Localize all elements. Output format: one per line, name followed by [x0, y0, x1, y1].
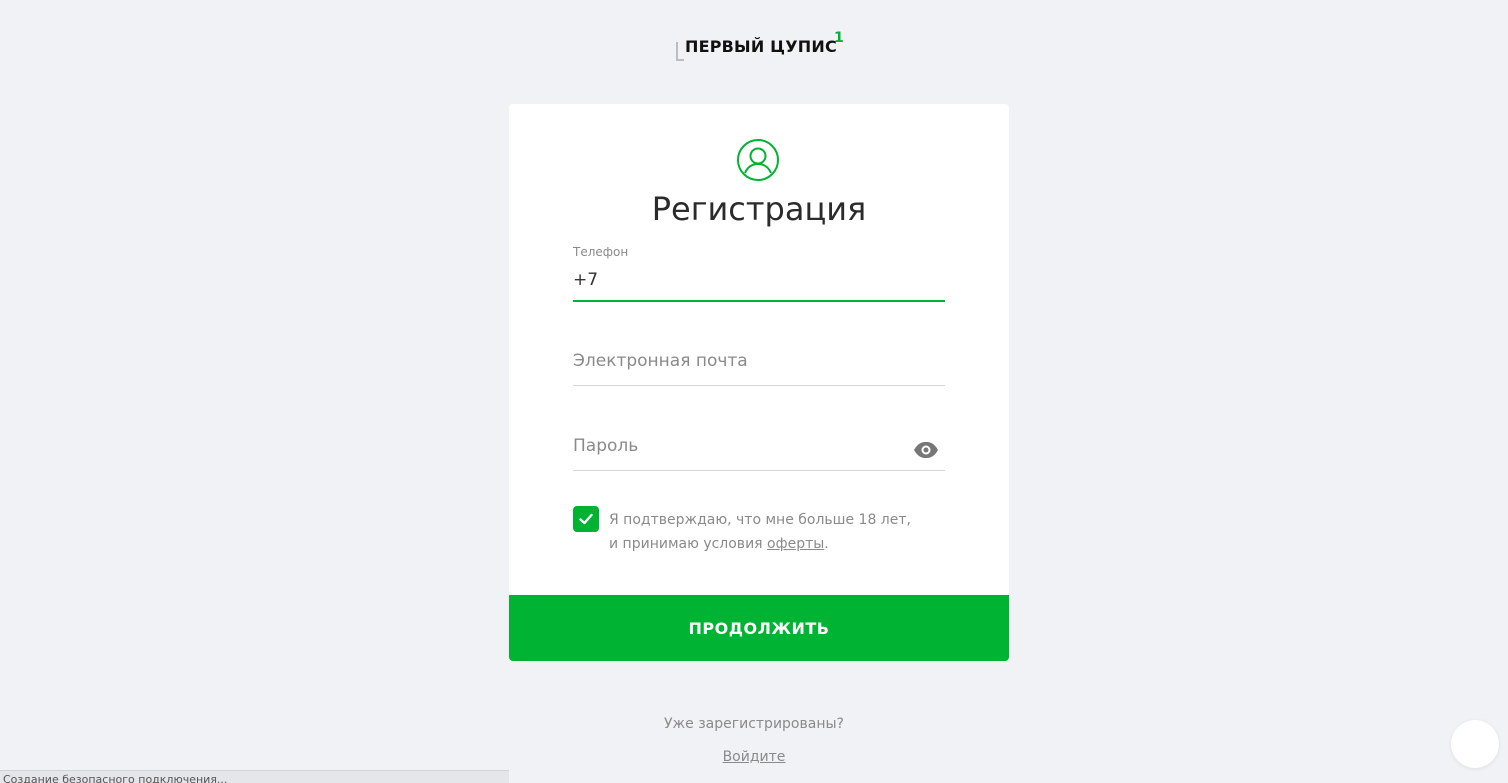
password-input[interactable]: Пароль — [573, 436, 638, 456]
password-field[interactable]: Пароль — [573, 429, 945, 471]
email-input[interactable]: Электронная почта — [573, 351, 748, 371]
user-circle-icon — [737, 139, 779, 181]
status-bar: Создание безопасного подключения... — [0, 770, 509, 783]
logo-bracket — [676, 42, 684, 61]
login-link-wrap: Войдите — [0, 749, 1508, 765]
offer-link[interactable]: оферты — [767, 536, 824, 552]
age-consent-checkbox[interactable] — [573, 506, 599, 532]
consent-line-2-suffix: . — [824, 536, 829, 552]
consent-line-2-prefix: и принимаю условия — [609, 536, 763, 552]
login-link[interactable]: Войдите — [723, 749, 786, 765]
phone-label: Телефон — [573, 245, 629, 259]
already-registered-text: Уже зарегистрированы? — [664, 716, 844, 732]
page-title: Регистрация — [651, 190, 867, 228]
phone-input[interactable]: +7 — [573, 270, 598, 290]
checkmark-icon — [579, 513, 593, 525]
email-field[interactable]: Электронная почта — [573, 344, 945, 386]
consent-text: Я подтверждаю, что мне больше 18 лет, и … — [609, 508, 929, 556]
eye-icon[interactable] — [913, 441, 939, 459]
phone-field[interactable]: Телефон +7 — [573, 244, 945, 302]
continue-button[interactable]: ПРОДОЛЖИТЬ — [509, 595, 1009, 661]
logo-text: ПЕРВЫЙ ЦУПИС — [685, 37, 837, 56]
consent-line-2: и принимаю условия оферты. — [609, 532, 929, 556]
logo: ПЕРВЫЙ ЦУПИС 1 — [676, 30, 846, 64]
chat-widget-button[interactable] — [1451, 720, 1499, 768]
registration-card: Регистрация Телефон +7 Электронная почта… — [509, 104, 1009, 661]
consent-line-1: Я подтверждаю, что мне больше 18 лет, — [609, 512, 911, 528]
logo-superscript: 1 — [834, 30, 844, 46]
